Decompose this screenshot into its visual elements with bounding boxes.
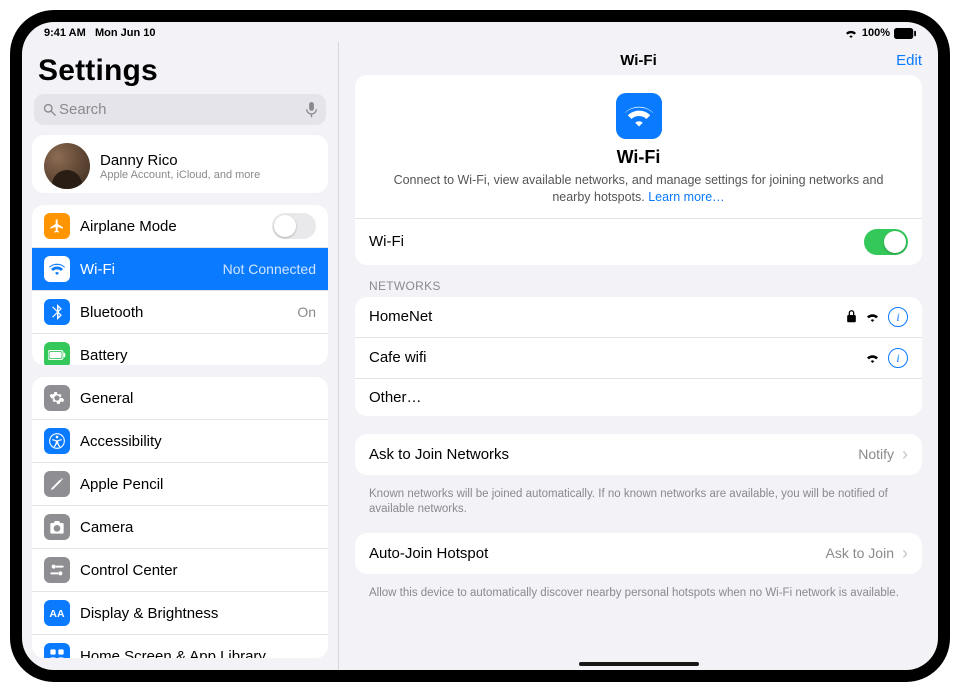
account-card[interactable]: Danny Rico Apple Account, iCloud, and mo…	[32, 135, 328, 193]
search-field[interactable]	[34, 94, 326, 125]
status-time: 9:41 AM	[44, 27, 86, 39]
wifi-hero-icon	[616, 93, 662, 139]
auto-hotspot-value: Ask to Join	[826, 545, 894, 561]
row-label: Battery	[80, 347, 316, 364]
row-label: Control Center	[80, 562, 316, 579]
pencil-icon	[44, 471, 70, 497]
status-bar: 9:41 AM Mon Jun 10 100%	[22, 22, 938, 42]
row-label: Display & Brightness	[80, 605, 316, 622]
sidebar-item-bluetooth[interactable]: Bluetooth On	[32, 290, 328, 333]
wifi-toggle-row: Wi-Fi	[355, 218, 922, 265]
row-label: Airplane Mode	[80, 218, 272, 235]
sidebar-item-general[interactable]: General	[32, 377, 328, 419]
wifi-status-icon	[844, 28, 858, 38]
switches-icon	[44, 557, 70, 583]
sidebar-item-camera[interactable]: Camera	[32, 505, 328, 548]
brightness-icon: AA	[44, 600, 70, 626]
network-name: HomeNet	[369, 308, 846, 325]
battery-icon	[44, 342, 70, 365]
wifi-toggle-label: Wi-Fi	[369, 233, 864, 250]
avatar	[44, 143, 90, 189]
wifi-signal-icon	[865, 352, 880, 363]
battery-icon	[894, 28, 916, 39]
sidebar-item-control-center[interactable]: Control Center	[32, 548, 328, 591]
row-value: On	[297, 304, 316, 320]
row-label: Apple Pencil	[80, 476, 316, 493]
bluetooth-icon	[44, 299, 70, 325]
edit-button[interactable]: Edit	[896, 52, 922, 69]
wifi-signal-icon	[865, 311, 880, 322]
networks-card: HomeNet i Cafe wifi i Other…	[355, 297, 922, 416]
status-left: 9:41 AM Mon Jun 10	[44, 27, 155, 39]
battery-percent: 100%	[862, 27, 890, 39]
status-right: 100%	[844, 27, 916, 39]
connectivity-group: Airplane Mode Wi-Fi Not Connected	[32, 205, 328, 365]
auto-hotspot-card: Auto-Join Hotspot Ask to Join ›	[355, 533, 922, 574]
svg-text:AA: AA	[49, 608, 65, 620]
row-label: Home Screen & App Library	[80, 648, 316, 658]
account-name: Danny Rico	[100, 152, 260, 169]
sidebar-title: Settings	[38, 54, 322, 88]
sidebar-item-wifi[interactable]: Wi-Fi Not Connected	[32, 247, 328, 290]
ask-join-row[interactable]: Ask to Join Networks Notify ›	[355, 434, 922, 475]
auto-hotspot-row[interactable]: Auto-Join Hotspot Ask to Join ›	[355, 533, 922, 574]
account-subtitle: Apple Account, iCloud, and more	[100, 169, 260, 181]
camera-icon	[44, 514, 70, 540]
gear-icon	[44, 385, 70, 411]
row-label: Bluetooth	[80, 304, 297, 321]
detail-header: Wi-Fi Edit	[339, 42, 938, 75]
ask-join-footer: Known networks will be joined automatica…	[355, 483, 922, 517]
search-input[interactable]	[57, 100, 305, 119]
ask-join-value: Notify	[858, 446, 894, 462]
intro-title: Wi-Fi	[383, 147, 894, 168]
network-row[interactable]: HomeNet i	[355, 297, 922, 337]
ipad-frame: 9:41 AM Mon Jun 10 100% Settings	[10, 10, 950, 682]
dictation-icon[interactable]	[305, 102, 318, 118]
auto-hotspot-footer: Allow this device to automatically disco…	[355, 582, 922, 601]
airplane-toggle[interactable]	[272, 213, 316, 239]
sidebar-item-accessibility[interactable]: Accessibility	[32, 419, 328, 462]
info-icon[interactable]: i	[888, 307, 908, 327]
row-label: Wi-Fi	[80, 261, 223, 278]
row-value: Not Connected	[223, 261, 316, 277]
network-name: Cafe wifi	[369, 349, 865, 366]
ask-join-card: Ask to Join Networks Notify ›	[355, 434, 922, 475]
accessibility-icon	[44, 428, 70, 454]
wifi-intro-card: Wi-Fi Connect to Wi-Fi, view available n…	[355, 75, 922, 265]
intro-text: Connect to Wi-Fi, view available network…	[383, 172, 894, 206]
sidebar-item-airplane-mode[interactable]: Airplane Mode	[32, 205, 328, 247]
wifi-toggle[interactable]	[864, 229, 908, 255]
settings-group: General Accessibility Apple Pencil Camera Co…	[32, 377, 328, 658]
network-row[interactable]: Cafe wifi i	[355, 337, 922, 378]
airplane-icon	[44, 213, 70, 239]
auto-hotspot-label: Auto-Join Hotspot	[369, 545, 826, 562]
ask-join-label: Ask to Join Networks	[369, 446, 858, 463]
lock-icon	[846, 310, 857, 323]
sidebar: Settings Danny Rico Apple Account, iClou…	[22, 42, 339, 670]
detail-title: Wi-Fi	[620, 52, 657, 69]
search-icon	[42, 102, 57, 117]
detail-pane: Wi-Fi Edit Wi-Fi Connect to Wi-Fi, view …	[339, 42, 938, 670]
chevron-right-icon: ›	[902, 444, 908, 465]
sidebar-item-apple-pencil[interactable]: Apple Pencil	[32, 462, 328, 505]
other-label: Other…	[369, 389, 908, 406]
row-label: Camera	[80, 519, 316, 536]
info-icon[interactable]: i	[888, 348, 908, 368]
home-indicator	[579, 662, 699, 666]
network-other-row[interactable]: Other…	[355, 378, 922, 416]
status-date: Mon Jun 10	[95, 27, 156, 39]
learn-more-link[interactable]: Learn more…	[648, 190, 724, 204]
grid-icon	[44, 643, 70, 658]
row-label: Accessibility	[80, 433, 316, 450]
sidebar-item-battery[interactable]: Battery	[32, 333, 328, 365]
sidebar-item-home-screen-app-library[interactable]: Home Screen & App Library	[32, 634, 328, 658]
wifi-icon	[44, 256, 70, 282]
networks-section-label: NETWORKS	[369, 279, 918, 293]
row-label: General	[80, 390, 316, 407]
sidebar-item-display-brightness[interactable]: AA Display & Brightness	[32, 591, 328, 634]
chevron-right-icon: ›	[902, 543, 908, 564]
screen: 9:41 AM Mon Jun 10 100% Settings	[22, 22, 938, 670]
